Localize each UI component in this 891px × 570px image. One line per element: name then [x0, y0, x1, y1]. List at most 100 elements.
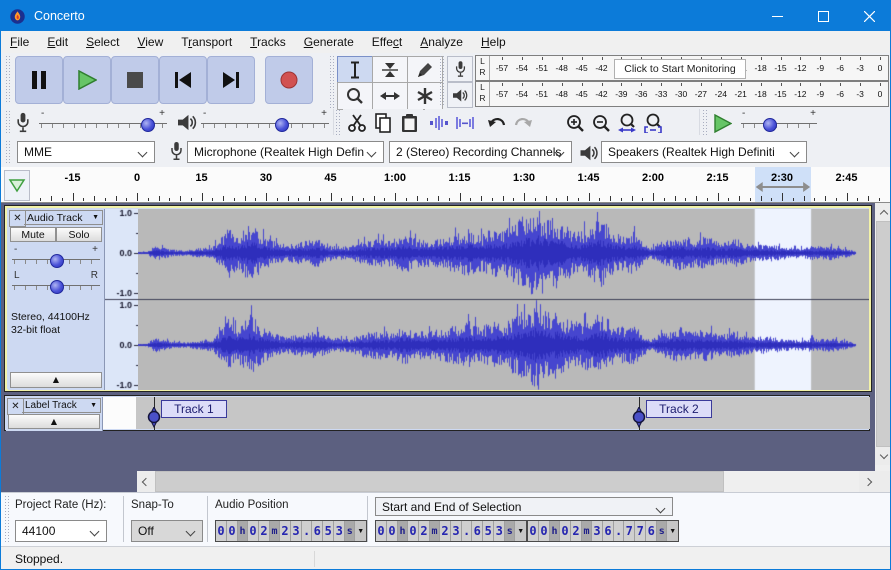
device-toolbar-gripper[interactable] [5, 141, 11, 163]
time-unit-cell[interactable]: h [550, 521, 560, 541]
time-digit-cell[interactable]: 6 [603, 521, 614, 541]
time-digit-cell[interactable]: 2 [571, 521, 582, 541]
project-rate-select[interactable]: 44100 [15, 520, 107, 542]
scroll-up-button[interactable] [875, 203, 890, 221]
time-unit-cell[interactable]: m [270, 521, 280, 541]
time-digit-cell[interactable]: 0 [376, 521, 387, 541]
menu-transport[interactable]: Transport [172, 32, 241, 52]
track-workspace[interactable]: ✕ Audio Track ▼ Mute Solo - + L R Stereo… [1, 203, 890, 492]
label-track-collapse-button[interactable]: ▲ [8, 414, 100, 429]
time-digit-cell[interactable]: 3 [592, 521, 603, 541]
mute-button[interactable]: Mute [10, 227, 56, 242]
undo-button[interactable] [483, 109, 511, 137]
time-digit-cell[interactable]: 6 [312, 521, 324, 541]
time-digit-cell[interactable]: . [614, 521, 625, 541]
skip-to-end-button[interactable] [207, 56, 255, 104]
audio-host-select[interactable]: MME [17, 141, 155, 163]
menu-edit[interactable]: Edit [38, 32, 77, 52]
time-digit-cell[interactable]: 0 [216, 521, 227, 541]
fit-selection-button[interactable] [613, 109, 641, 137]
playback-volume-slider[interactable]: - + [201, 108, 329, 135]
label-track-menu-button[interactable]: Label Track ▼ [22, 398, 101, 413]
menu-tracks[interactable]: Tracks [241, 32, 295, 52]
time-digit-cell[interactable]: 0 [387, 521, 398, 541]
transport-toolbar-gripper[interactable] [5, 56, 11, 102]
selection-toolbar-gripper[interactable] [4, 496, 10, 542]
envelope-tool-button[interactable] [372, 56, 408, 84]
time-unit-cell[interactable]: h [398, 521, 408, 541]
time-digit-cell[interactable]: 3 [291, 521, 302, 541]
selection-mode-select[interactable]: Start and End of Selection [375, 497, 673, 516]
label-track[interactable]: ✕ Label Track ▼ ▲ Track 1 Track 2 [4, 395, 870, 431]
time-digit-cell[interactable]: . [462, 521, 473, 541]
time-digit-cell[interactable]: 5 [323, 521, 335, 541]
solo-button[interactable]: Solo [56, 227, 102, 242]
skip-to-start-button[interactable] [159, 56, 207, 104]
menu-view[interactable]: View [128, 32, 172, 52]
time-digit-cell[interactable]: 2 [440, 521, 451, 541]
play-speed-gripper[interactable] [702, 110, 708, 135]
menu-generate[interactable]: Generate [295, 32, 363, 52]
time-digit-cell[interactable]: 2 [419, 521, 430, 541]
mixer-toolbar-gripper[interactable] [5, 111, 11, 135]
pan-slider[interactable]: L R [12, 270, 100, 297]
zoom-in-button[interactable] [561, 109, 589, 137]
pause-button[interactable] [15, 56, 63, 104]
time-digit-cell[interactable]: 6 [646, 521, 658, 541]
audio-track-menu-button[interactable]: Audio Track ▼ [24, 210, 103, 225]
menu-select[interactable]: Select [77, 32, 128, 52]
time-digit-cell[interactable]: 2 [259, 521, 270, 541]
silence-audio-button[interactable] [451, 109, 479, 137]
time-digit-cell[interactable]: 2 [280, 521, 291, 541]
playback-meter[interactable]: L R -57 -54 -51 -48 -45 -42 -39 -36 -33 -30 -27 -24… [475, 81, 889, 107]
vertical-scroll-thumb[interactable] [876, 221, 890, 447]
redo-button[interactable] [509, 109, 537, 137]
time-format-dropdown[interactable]: ▼ [515, 521, 527, 541]
scroll-down-button[interactable] [875, 447, 890, 465]
recording-volume-slider[interactable]: - + [39, 108, 167, 135]
horizontal-scroll-thumb[interactable] [155, 471, 724, 492]
input-device-select[interactable]: Microphone (Realtek High Defini [187, 141, 384, 163]
speed-thumb[interactable] [763, 118, 777, 132]
multi-tool-button[interactable] [407, 82, 443, 110]
record-button[interactable] [265, 56, 313, 104]
tools-toolbar-gripper[interactable] [329, 56, 335, 108]
time-digit-cell[interactable]: 7 [635, 521, 647, 541]
time-digit-cell[interactable]: 0 [227, 521, 238, 541]
time-unit-cell[interactable]: s [505, 521, 516, 541]
time-unit-cell[interactable]: h [238, 521, 248, 541]
stereo-waveform[interactable] [138, 209, 869, 390]
timeline-ruler[interactable]: -15 0 15 30 45 1:00 1:15 1:30 1:45 2:00 2:15 2:30 2:… [1, 167, 890, 203]
time-unit-cell[interactable]: s [345, 521, 356, 541]
copy-button[interactable] [369, 109, 397, 137]
draw-tool-button[interactable] [407, 56, 443, 84]
time-digit-cell[interactable]: 7 [624, 521, 636, 541]
selection-start-field[interactable]: 0 0 h 0 2 m 2 3. 6 5 3 s ▼ [375, 520, 528, 542]
minimize-button[interactable] [754, 1, 800, 31]
vertical-scrollbar[interactable] [875, 203, 890, 471]
time-digit-cell[interactable]: 6 [472, 521, 484, 541]
trim-audio-button[interactable] [425, 109, 453, 137]
pan-thumb[interactable] [50, 280, 64, 294]
time-digit-cell[interactable]: 0 [248, 521, 259, 541]
stop-button[interactable] [111, 56, 159, 104]
selection-end-field[interactable]: 0 0 h 0 2 m 3 6. 7 7 6 s ▼ [527, 520, 680, 542]
time-format-dropdown[interactable]: ▼ [667, 521, 679, 541]
label-text-box[interactable]: Track 1 [160, 400, 227, 418]
paste-button[interactable] [395, 109, 423, 137]
fit-project-button[interactable] [639, 109, 667, 137]
meter-toolbar-gripper[interactable] [439, 56, 445, 106]
record-meter-mic-button[interactable] [447, 56, 473, 82]
time-digit-cell[interactable]: 3 [494, 521, 506, 541]
start-monitoring-overlay[interactable]: Click to Start Monitoring [614, 59, 746, 79]
quick-play-button[interactable] [4, 170, 30, 201]
time-digit-cell[interactable]: 5 [483, 521, 495, 541]
menu-file[interactable]: File [1, 32, 38, 52]
time-format-dropdown[interactable]: ▼ [355, 521, 367, 541]
time-digit-cell[interactable]: 0 [539, 521, 550, 541]
maximize-button[interactable] [800, 1, 846, 31]
time-unit-cell[interactable]: s [657, 521, 668, 541]
audio-track-collapse-button[interactable]: ▲ [10, 372, 102, 388]
cut-button[interactable] [343, 109, 371, 137]
time-digit-cell[interactable]: 3 [334, 521, 346, 541]
